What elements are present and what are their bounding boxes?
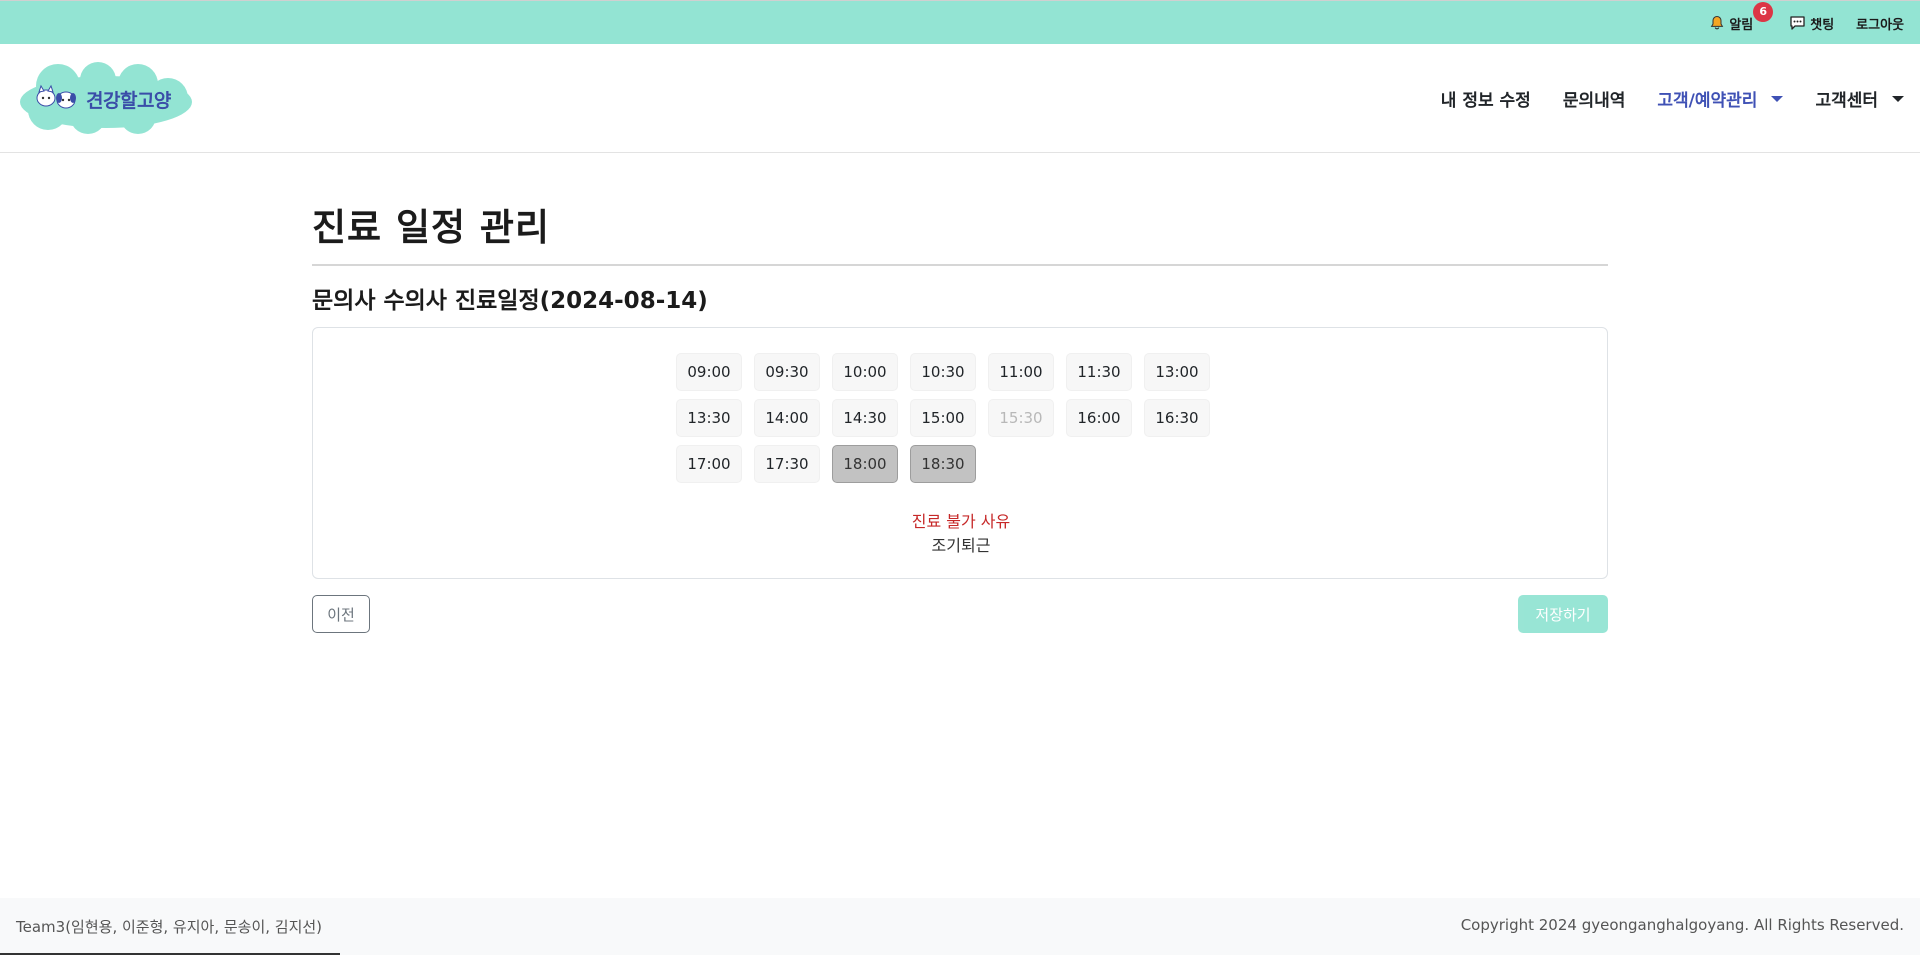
nav-customer-center-label: 고객센터 xyxy=(1815,91,1878,111)
schedule-subtitle: 문의사 수의사 진료일정(2024-08-14) xyxy=(312,288,708,314)
logout-label: 로그아웃 xyxy=(1856,17,1904,33)
unavailable-reason-title: 진료 불가 사유 xyxy=(911,512,1011,531)
logo-text: 견강할고양 xyxy=(86,90,171,112)
time-slot-button[interactable]: 09:00 xyxy=(676,353,742,391)
time-slot-button[interactable]: 09:30 xyxy=(754,353,820,391)
footer-team: Team3(임현용, 이준형, 유지아, 문송이, 김지선) xyxy=(16,918,323,936)
alarm-link[interactable]: 알림 6 xyxy=(1709,1,1774,33)
time-slot-button[interactable]: 15:00 xyxy=(910,399,976,437)
prev-button[interactable]: 이전 xyxy=(312,595,370,633)
chat-link[interactable]: 챗팅 xyxy=(1789,14,1834,33)
save-button[interactable]: 저장하기 xyxy=(1518,595,1608,633)
time-slot-card: 09:00 09:30 10:00 10:30 11:00 11:30 13:00 13:30… xyxy=(312,327,1608,579)
nav-inquiry[interactable]: 문의내역 xyxy=(1563,86,1626,111)
nav-customer-reservation[interactable]: 고객/예약관리 xyxy=(1657,86,1784,111)
time-slot-button[interactable]: 17:00 xyxy=(676,445,742,483)
time-slot-grid: 09:00 09:30 10:00 10:30 11:00 11:30 13:00 13:30… xyxy=(676,353,1210,483)
chat-label: 챗팅 xyxy=(1810,17,1835,33)
chevron-down-icon xyxy=(1892,95,1904,102)
page-title: 진료 일정 관리 xyxy=(312,206,551,249)
top-bar: 알림 6 챗팅 로그아웃 xyxy=(0,0,1920,44)
time-slot-button[interactable]: 17:30 xyxy=(754,445,820,483)
site-logo[interactable]: 견강할고양 xyxy=(18,60,194,136)
bell-icon xyxy=(1709,15,1725,31)
time-slot-button[interactable]: 13:30 xyxy=(676,399,742,437)
site-footer: Team3(임현용, 이준형, 유지아, 문송이, 김지선) Copyright… xyxy=(0,898,1920,955)
chevron-down-icon xyxy=(1771,95,1784,102)
time-slot-button[interactable]: 14:30 xyxy=(832,399,898,437)
title-divider xyxy=(312,264,1608,266)
time-slot-button[interactable]: 14:00 xyxy=(754,399,820,437)
time-slot-button[interactable]: 13:00 xyxy=(1144,353,1210,391)
footer-copyright: Copyright 2024 gyeonganghalgoyang. All R… xyxy=(1460,916,1904,934)
main-nav: 내 정보 수정 문의내역 고객/예약관리 고객센터 xyxy=(1441,44,1904,153)
time-slot-button[interactable]: 11:00 xyxy=(988,353,1054,391)
top-bar-menu: 알림 6 챗팅 로그아웃 xyxy=(1709,1,1904,45)
unavailable-reason-text: 조기퇴근 xyxy=(931,536,991,555)
time-slot-button[interactable]: 18:00 xyxy=(832,445,898,483)
alarm-label: 알림 xyxy=(1729,17,1754,33)
time-slot-button[interactable]: 16:30 xyxy=(1144,399,1210,437)
time-slot-button[interactable]: 10:00 xyxy=(832,353,898,391)
site-header: 견강할고양 내 정보 수정 문의내역 고객/예약관리 고객센터 xyxy=(0,44,1920,153)
time-slot-button[interactable]: 16:00 xyxy=(1066,399,1132,437)
nav-customer-center[interactable]: 고객센터 xyxy=(1815,86,1904,111)
nav-edit-info[interactable]: 내 정보 수정 xyxy=(1441,86,1531,111)
time-slot-button[interactable]: 11:30 xyxy=(1066,353,1132,391)
time-slot-button[interactable]: 18:30 xyxy=(910,445,976,483)
time-slot-button[interactable]: 10:30 xyxy=(910,353,976,391)
nav-customer-reservation-label: 고객/예약관리 xyxy=(1657,91,1758,111)
time-slot-button: 15:30 xyxy=(988,399,1054,437)
alarm-count-badge: 6 xyxy=(1753,1,1774,22)
logout-link[interactable]: 로그아웃 xyxy=(1856,14,1904,33)
chat-icon xyxy=(1789,15,1806,31)
